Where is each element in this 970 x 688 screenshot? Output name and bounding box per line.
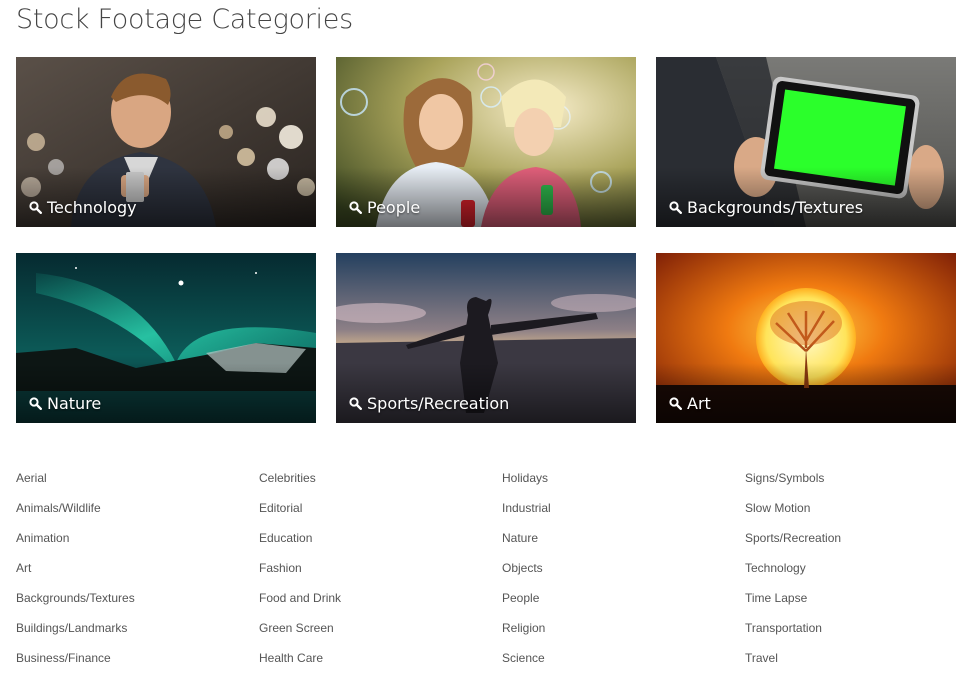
category-link[interactable]: Travel [745, 651, 841, 681]
category-link[interactable]: Buildings/Landmarks [16, 621, 135, 651]
tile-label-text: Technology [47, 198, 137, 217]
tile-label: Art [669, 394, 711, 413]
category-link[interactable]: Food and Drink [259, 591, 341, 621]
tile-label-text: Art [687, 394, 711, 413]
tile-label-text: People [367, 198, 421, 217]
category-link[interactable]: Signs/Symbols [745, 471, 841, 501]
search-icon [349, 397, 362, 410]
category-link[interactable]: Animation [16, 531, 135, 561]
category-link[interactable]: Art [16, 561, 135, 591]
tile-label: Sports/Recreation [349, 394, 509, 413]
tile-label-text: Nature [47, 394, 102, 413]
category-column-1: Aerial Animals/Wildlife Animation Art Ba… [16, 471, 135, 681]
search-icon [29, 397, 42, 410]
tile-label-text: Backgrounds/Textures [687, 198, 864, 217]
category-tile-art[interactable]: Art [656, 253, 956, 423]
category-link[interactable]: People [502, 591, 551, 621]
category-link[interactable]: Sports/Recreation [745, 531, 841, 561]
category-link[interactable]: Slow Motion [745, 501, 841, 531]
category-link[interactable]: Time Lapse [745, 591, 841, 621]
tile-label: Technology [29, 198, 137, 217]
category-tile-technology[interactable]: Technology [16, 57, 316, 227]
category-link[interactable]: Holidays [502, 471, 551, 501]
search-icon [349, 201, 362, 214]
category-link[interactable]: Science [502, 651, 551, 681]
category-column-2: Celebrities Editorial Education Fashion … [259, 471, 341, 681]
search-icon [669, 397, 682, 410]
search-icon [29, 201, 42, 214]
category-column-4: Signs/Symbols Slow Motion Sports/Recreat… [745, 471, 841, 681]
category-link[interactable]: Technology [745, 561, 841, 591]
category-link[interactable]: Religion [502, 621, 551, 651]
category-link[interactable]: Objects [502, 561, 551, 591]
tile-label: Backgrounds/Textures [669, 198, 863, 217]
category-link[interactable]: Transportation [745, 621, 841, 651]
category-column-3: Holidays Industrial Nature Objects Peopl… [502, 471, 551, 681]
category-link[interactable]: Health Care [259, 651, 341, 681]
category-link[interactable]: Business/Finance [16, 651, 135, 681]
category-link[interactable]: Editorial [259, 501, 341, 531]
category-tile-backgrounds-textures[interactable]: Backgrounds/Textures [656, 57, 956, 227]
category-link[interactable]: Industrial [502, 501, 551, 531]
category-tile-nature[interactable]: Nature [16, 253, 316, 423]
category-link[interactable]: Fashion [259, 561, 341, 591]
category-tile-people[interactable]: People [336, 57, 636, 227]
category-link[interactable]: Green Screen [259, 621, 341, 651]
category-link[interactable]: Celebrities [259, 471, 341, 501]
category-tile-sports-recreation[interactable]: Sports/Recreation [336, 253, 636, 423]
category-link[interactable]: Backgrounds/Textures [16, 591, 135, 621]
category-link[interactable]: Education [259, 531, 341, 561]
page-title: Stock Footage Categories [16, 4, 353, 35]
category-link[interactable]: Nature [502, 531, 551, 561]
category-link[interactable]: Aerial [16, 471, 135, 501]
tile-label: People [349, 198, 420, 217]
tile-label-text: Sports/Recreation [367, 394, 510, 413]
category-link[interactable]: Animals/Wildlife [16, 501, 135, 531]
search-icon [669, 201, 682, 214]
tile-label: Nature [29, 394, 101, 413]
